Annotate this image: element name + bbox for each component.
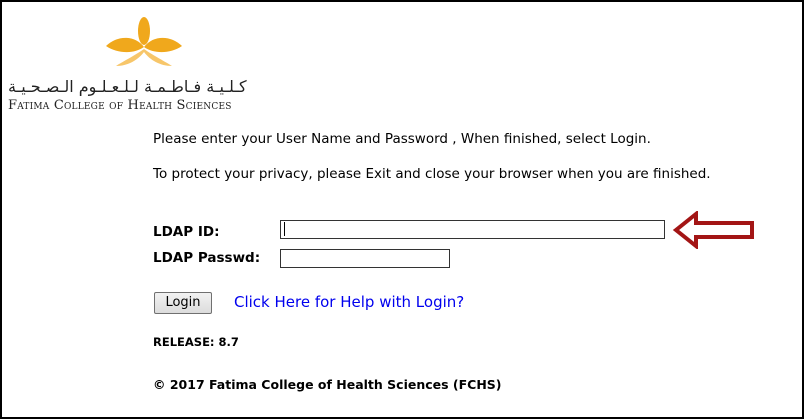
logo-arabic-text: كـلـيـة فـاطـمـة لـلـعـلـوم الـصـحـيـة: [8, 77, 247, 96]
help-link[interactable]: Click Here for Help with Login?: [234, 293, 464, 311]
release-version: RELEASE: 8.7: [153, 335, 239, 349]
ldap-id-input[interactable]: [280, 220, 665, 239]
petal-flower-logo-icon: [106, 17, 182, 66]
login-button[interactable]: Login: [154, 292, 212, 314]
instruction-line-1: Please enter your User Name and Password…: [153, 131, 651, 147]
left-arrow-icon: [672, 211, 754, 249]
ldap-id-label: LDAP ID:: [153, 224, 220, 240]
copyright-notice: © 2017 Fatima College of Health Sciences…: [153, 377, 502, 392]
ldap-passwd-input[interactable]: [280, 249, 450, 268]
logo-english-text: Fatima College of Health Sciences: [8, 98, 232, 113]
instruction-line-2: To protect your privacy, please Exit and…: [153, 166, 711, 182]
college-logo: كـلـيـة فـاطـمـة لـلـعـلـوم الـصـحـيـة F…: [8, 14, 308, 114]
login-page: كـلـيـة فـاطـمـة لـلـعـلـوم الـصـحـيـة F…: [0, 0, 804, 419]
text-cursor: [284, 222, 285, 236]
ldap-passwd-label: LDAP Passwd:: [153, 250, 261, 266]
